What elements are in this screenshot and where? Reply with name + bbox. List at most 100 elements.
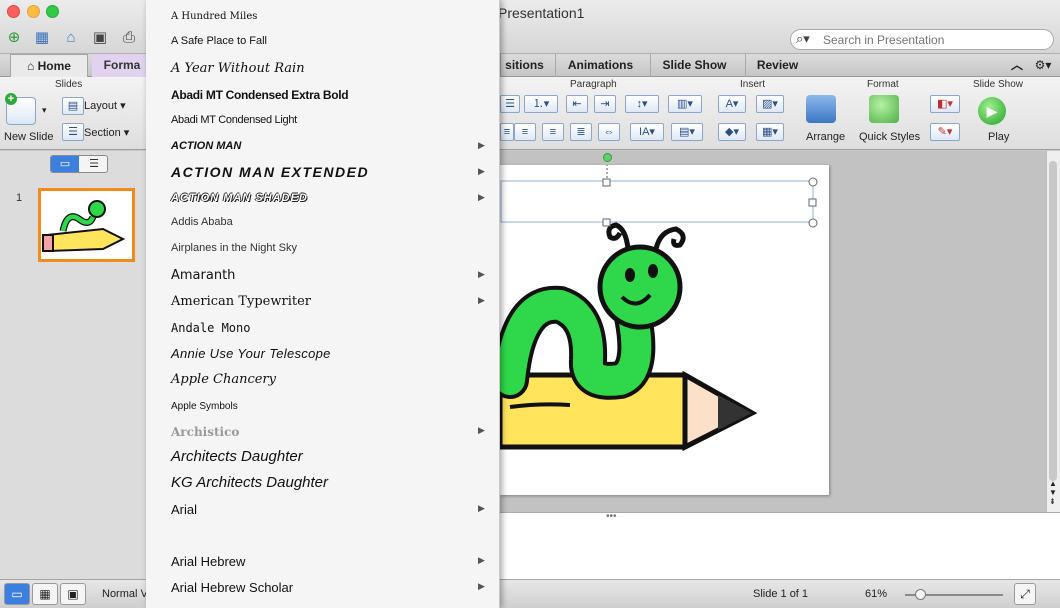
font-menu-item[interactable]: Abadi MT Condensed Extra Bold [146, 82, 499, 108]
submenu-arrow-icon: ▶ [478, 425, 485, 435]
font-menu-item[interactable]: A Year Without Rain [146, 56, 499, 82]
fit-to-window-icon[interactable]: ⤢ [1014, 583, 1036, 605]
align-center-icon[interactable]: ≡ [514, 123, 536, 141]
slides-group-label: Slides [55, 79, 83, 90]
font-menu-item[interactable]: ACTION MAN EXTENDED ▶ [146, 160, 499, 186]
bullets-icon[interactable]: ☰ [500, 95, 520, 113]
fill-color-icon[interactable]: ◧▾ [930, 95, 960, 113]
font-menu-item[interactable]: Airplanes in the Night Sky [146, 236, 499, 262]
align-text-icon[interactable]: ▤▾ [671, 123, 703, 141]
resize-handle[interactable] [808, 177, 818, 187]
font-menu-item[interactable]: Andale Mono [146, 315, 499, 341]
tab-slide-show[interactable]: Slide Show [650, 54, 738, 77]
columns-icon[interactable]: ▥▾ [668, 95, 702, 113]
font-menu-item[interactable]: Abadi MT Condensed Light [146, 108, 499, 134]
text-direction-icon[interactable]: IA▾ [630, 123, 664, 141]
font-menu-item[interactable]: Annie Use Your Telescope [146, 341, 499, 367]
section-icon[interactable]: ☰ [62, 123, 84, 141]
font-menu-item[interactable]: Archistico ▶ [146, 419, 499, 445]
layout-button[interactable]: Layout ▾ [84, 99, 126, 112]
resize-handle[interactable] [602, 218, 611, 227]
font-menu-item[interactable]: A Safe Place to Fall [146, 30, 499, 56]
worm-pencil-image[interactable] [500, 165, 829, 495]
open-icon[interactable]: ⌂ [60, 28, 82, 48]
font-menu-item[interactable]: Arial Hebrew Scholar ▶ [146, 575, 499, 601]
search-field[interactable]: ⌕▾ [790, 29, 1054, 50]
font-menu-item[interactable]: Arial Hebrew ▶ [146, 549, 499, 575]
close-button[interactable] [7, 5, 20, 18]
title-placeholder[interactable] [500, 180, 814, 223]
quick-styles-icon[interactable] [869, 95, 899, 123]
play-icon[interactable]: ▶ [978, 97, 1006, 125]
font-menu-item[interactable]: Arial ▶ [146, 497, 499, 523]
media-icon[interactable]: ▦▾ [756, 123, 784, 141]
tab-format[interactable]: Forma [92, 54, 152, 77]
resize-handle[interactable] [602, 178, 611, 187]
scroll-arrows-icon[interactable]: ▲ ▼ ⇟ [1049, 479, 1057, 506]
picture-icon[interactable]: ▨▾ [756, 95, 784, 113]
section-button[interactable]: Section ▾ [84, 126, 129, 139]
tab-review[interactable]: Review [745, 54, 809, 77]
notes-pane[interactable]: ••• [500, 511, 1060, 579]
font-menu-item[interactable]: A Hundred Miles [146, 6, 499, 32]
scroll-thumb[interactable] [1049, 161, 1057, 481]
font-menu-item[interactable]: Addis Ababa [146, 210, 499, 236]
decrease-indent-icon[interactable]: ⇤ [566, 95, 588, 113]
tab-animations[interactable]: Animations [555, 54, 645, 77]
zoom-level: 61% [865, 588, 888, 600]
collapse-ribbon-icon[interactable]: ︿ [1008, 54, 1026, 77]
slides-view-icon[interactable]: ▭ [51, 156, 79, 172]
layout-icon[interactable]: ▤ [62, 97, 84, 115]
rotation-handle[interactable] [603, 153, 612, 162]
line-color-icon[interactable]: ✎▾ [930, 123, 960, 141]
font-menu-item[interactable]: ACTION MAN ▶ [146, 134, 499, 160]
slide-thumbnail[interactable] [38, 188, 135, 262]
shape-icon[interactable]: ◆▾ [718, 123, 746, 141]
slide-sorter-icon[interactable]: ▦ [32, 583, 58, 605]
font-menu-item[interactable]: Apple Chancery [146, 367, 499, 393]
ribbon-settings-icon[interactable]: ⚙▾ [1030, 54, 1056, 77]
view-label: Normal V [102, 588, 148, 600]
distribute-icon[interactable]: ⇔ [598, 123, 620, 141]
increase-indent-icon[interactable]: ⇥ [594, 95, 616, 113]
align-left-icon[interactable]: ≡ [500, 123, 514, 141]
tab-home[interactable]: ⌂ Home [10, 54, 88, 77]
text-box-icon[interactable]: A▾ [718, 95, 746, 113]
worm-pencil-thumbnail-image [42, 200, 126, 253]
font-menu-item[interactable]: Architects Daughter [146, 445, 499, 471]
font-menu-item[interactable]: KG Architects Daughter [146, 471, 499, 497]
splitter-grip[interactable]: ••• [606, 511, 617, 522]
zoom-slider-thumb[interactable] [915, 589, 926, 600]
panel-view-toggle[interactable]: ▭ ☰ [50, 155, 108, 173]
justify-icon[interactable]: ≣ [570, 123, 592, 141]
normal-view-icon[interactable]: ▭ [4, 583, 30, 605]
templates-icon[interactable]: ▦ [31, 28, 53, 48]
save-icon[interactable]: ▣ [89, 28, 111, 48]
font-menu-item[interactable]: ACTION MAN SHADED ▶ [146, 186, 499, 212]
font-menu-item[interactable]: Apple Symbols [146, 394, 499, 420]
presenter-view-icon[interactable]: ▣ [60, 583, 86, 605]
slide-canvas[interactable] [500, 165, 829, 495]
submenu-arrow-icon: ▶ [478, 192, 485, 202]
tab-transitions[interactable]: sitions [500, 54, 548, 77]
search-input[interactable] [823, 32, 1048, 47]
font-menu-item[interactable]: Amaranth ▶ [146, 263, 499, 289]
font-menu-item[interactable]: American Typewriter ▶ [146, 289, 499, 315]
outline-view-icon[interactable]: ☰ [80, 156, 108, 172]
vertical-scrollbar[interactable]: ▲ ▼ ⇟ [1046, 151, 1060, 512]
resize-handle[interactable] [808, 218, 818, 228]
new-document-icon[interactable]: ⊕ [3, 28, 25, 48]
arrange-icon[interactable] [806, 95, 836, 123]
print-icon[interactable]: ⎙ [118, 28, 140, 48]
zoom-button[interactable] [46, 5, 59, 18]
play-button[interactable]: Play [988, 131, 1009, 143]
line-spacing-icon[interactable]: ↕▾ [625, 95, 659, 113]
align-right-icon[interactable]: ≡ [542, 123, 564, 141]
new-slide-button[interactable]: New Slide [4, 131, 54, 143]
arrange-button[interactable]: Arrange [806, 131, 845, 143]
quick-styles-button[interactable]: Quick Styles [859, 131, 920, 143]
new-slide-dropdown-icon[interactable]: ▾ [42, 105, 47, 116]
numbering-icon[interactable]: ⒈▾ [524, 95, 558, 113]
resize-handle[interactable] [808, 198, 817, 207]
minimize-button[interactable] [27, 5, 40, 18]
